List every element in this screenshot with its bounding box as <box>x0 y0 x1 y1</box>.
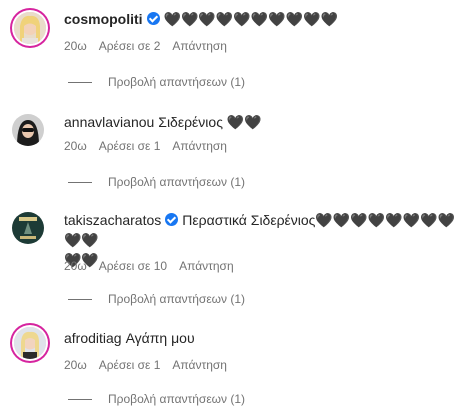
avatar[interactable] <box>12 212 44 244</box>
comment-meta: 20ω Αρέσει σε 2 Απάντηση <box>64 38 239 54</box>
reply-button[interactable]: Απάντηση <box>179 259 234 273</box>
avatar[interactable] <box>14 327 46 359</box>
user-avatar-icon <box>14 12 46 44</box>
view-replies-label[interactable]: Προβολή απαντήσεων (1) <box>108 292 245 306</box>
user-avatar-icon <box>12 212 44 244</box>
comment-time[interactable]: 20ω <box>64 259 87 273</box>
view-replies-button[interactable]: Προβολή απαντήσεων (1) <box>68 391 245 407</box>
comment-text: 🖤🖤🖤🖤🖤🖤🖤🖤🖤🖤 <box>163 11 338 27</box>
comment-username[interactable]: takiszacharatos <box>64 212 161 228</box>
comment-meta: 20ω Αρέσει σε 10 Απάντηση <box>64 258 246 274</box>
reply-button[interactable]: Απάντηση <box>172 358 227 372</box>
reply-button[interactable]: Απάντηση <box>172 139 227 153</box>
comment-item: cosmopoliti 🖤🖤🖤🖤🖤🖤🖤🖤🖤🖤 20ω Αρέσει σε 2 Απάν… <box>0 6 459 96</box>
verified-badge-icon <box>146 12 160 25</box>
comment-meta: 20ω Αρέσει σε 1 Απάντηση <box>64 357 239 373</box>
view-replies-button[interactable]: Προβολή απαντήσεων (1) <box>68 74 245 90</box>
divider-line <box>68 82 92 84</box>
view-replies-label[interactable]: Προβολή απαντήσεων (1) <box>108 175 245 189</box>
comment-meta: 20ω Αρέσει σε 1 Απάντηση <box>64 138 239 154</box>
comment-username[interactable]: afroditiag <box>64 330 122 346</box>
comment-item: annavlavianou Σιδερένιος 🖤🖤 20ω Αρέσει σε … <box>0 110 459 200</box>
comment-line: afroditiag Αγάπη μου <box>64 328 455 348</box>
likes-count[interactable]: Αρέσει σε 10 <box>99 259 167 273</box>
comment-time[interactable]: 20ω <box>64 139 87 153</box>
comment-text: Αγάπη μου <box>125 330 195 346</box>
avatar[interactable] <box>12 114 44 146</box>
divider-line <box>68 182 92 184</box>
comment-time[interactable]: 20ω <box>64 358 87 372</box>
reply-button[interactable]: Απάντηση <box>172 39 227 53</box>
comment-item: afroditiag Αγάπη μου 20ω Αρέσει σε 1 Απάντη… <box>0 323 459 413</box>
comment-username[interactable]: annavlavianou <box>64 114 154 130</box>
comment-text: Σιδερένιος 🖤🖤 <box>158 114 262 130</box>
comment-time[interactable]: 20ω <box>64 39 87 53</box>
view-replies-label[interactable]: Προβολή απαντήσεων (1) <box>108 392 245 406</box>
likes-count[interactable]: Αρέσει σε 2 <box>99 39 161 53</box>
comment-line: annavlavianou Σιδερένιος 🖤🖤 <box>64 112 455 132</box>
comment-username[interactable]: cosmopoliti <box>64 11 143 27</box>
user-avatar-icon <box>14 327 46 359</box>
comment-item: takiszacharatos Περαστικά Σιδερένιος🖤🖤🖤🖤🖤… <box>0 208 459 308</box>
view-replies-button[interactable]: Προβολή απαντήσεων (1) <box>68 174 245 190</box>
likes-count[interactable]: Αρέσει σε 1 <box>99 358 161 372</box>
divider-line <box>68 399 92 401</box>
avatar[interactable] <box>14 12 46 44</box>
view-replies-button[interactable]: Προβολή απαντήσεων (1) <box>68 291 245 307</box>
user-avatar-icon <box>12 114 44 146</box>
comment-line: cosmopoliti 🖤🖤🖤🖤🖤🖤🖤🖤🖤🖤 <box>64 9 455 29</box>
likes-count[interactable]: Αρέσει σε 1 <box>99 139 161 153</box>
verified-badge-icon <box>165 213 179 226</box>
view-replies-label[interactable]: Προβολή απαντήσεων (1) <box>108 75 245 89</box>
divider-line <box>68 299 92 301</box>
